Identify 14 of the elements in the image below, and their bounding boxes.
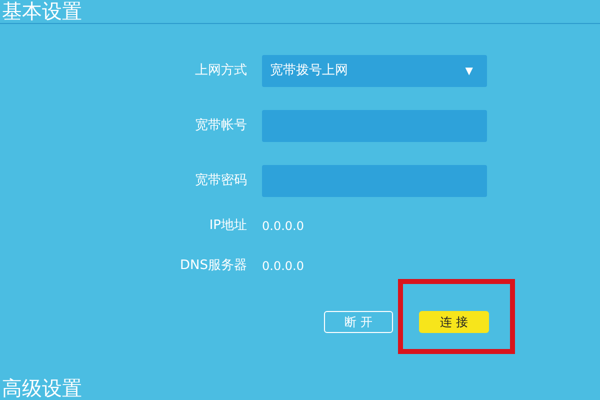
dropdown[interactable]: 宽带拨号上网 ▼ (262, 55, 487, 87)
section-title: 基本设置 (2, 0, 82, 22)
field-label: 宽带密码 (194, 172, 247, 190)
field-label: IP地址 (208, 217, 247, 236)
input-field[interactable] (262, 110, 487, 142)
field-label: 上网方式 (194, 62, 247, 80)
disconnect-button[interactable]: 断 开 (324, 311, 393, 333)
field-value: 0.0.0.0 (262, 258, 304, 275)
input-field[interactable] (262, 165, 487, 197)
connect-button[interactable]: 连 接 (419, 311, 489, 333)
section-title: 高级设置 (2, 377, 82, 399)
field-label: DNS服务器 (179, 257, 247, 276)
field-value: 0.0.0.0 (262, 218, 304, 235)
field-label: 宽带帐号 (194, 117, 247, 136)
